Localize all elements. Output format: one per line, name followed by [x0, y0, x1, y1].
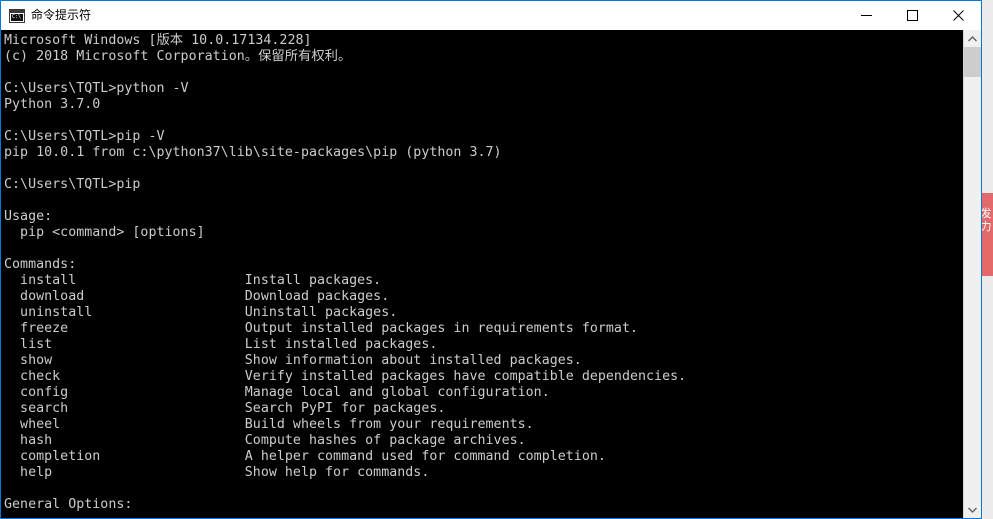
title-bar[interactable]: C:\ 命令提示符: [1, 1, 981, 30]
scroll-up-arrow-icon[interactable]: [964, 30, 981, 47]
window-title: 命令提示符: [31, 8, 92, 22]
close-button[interactable]: [935, 1, 981, 30]
vertical-scrollbar[interactable]: [963, 30, 981, 518]
console-icon-titlebar-stripe: [10, 9, 24, 13]
console-icon-screen: C:\: [11, 13, 23, 21]
scroll-track[interactable]: [964, 77, 981, 501]
command-prompt-window: C:\ 命令提示符 Microsoft Windows [版本 10.0.171…: [0, 0, 982, 519]
maximize-button[interactable]: [889, 1, 935, 30]
console-output-pane[interactable]: Microsoft Windows [版本 10.0.17134.228] (c…: [1, 30, 963, 518]
console-client-area: Microsoft Windows [版本 10.0.17134.228] (c…: [1, 30, 981, 518]
caption-button-group: [843, 1, 981, 30]
scroll-down-arrow-icon[interactable]: [964, 501, 981, 518]
minimize-button[interactable]: [843, 1, 889, 30]
scroll-thumb[interactable]: [964, 47, 981, 77]
console-text: Microsoft Windows [版本 10.0.17134.228] (c…: [4, 33, 687, 512]
console-icon: C:\: [9, 8, 25, 23]
screen: 发力 C:\ 命令提示符 Microsoft Windows [版本 10.0.…: [0, 0, 993, 519]
